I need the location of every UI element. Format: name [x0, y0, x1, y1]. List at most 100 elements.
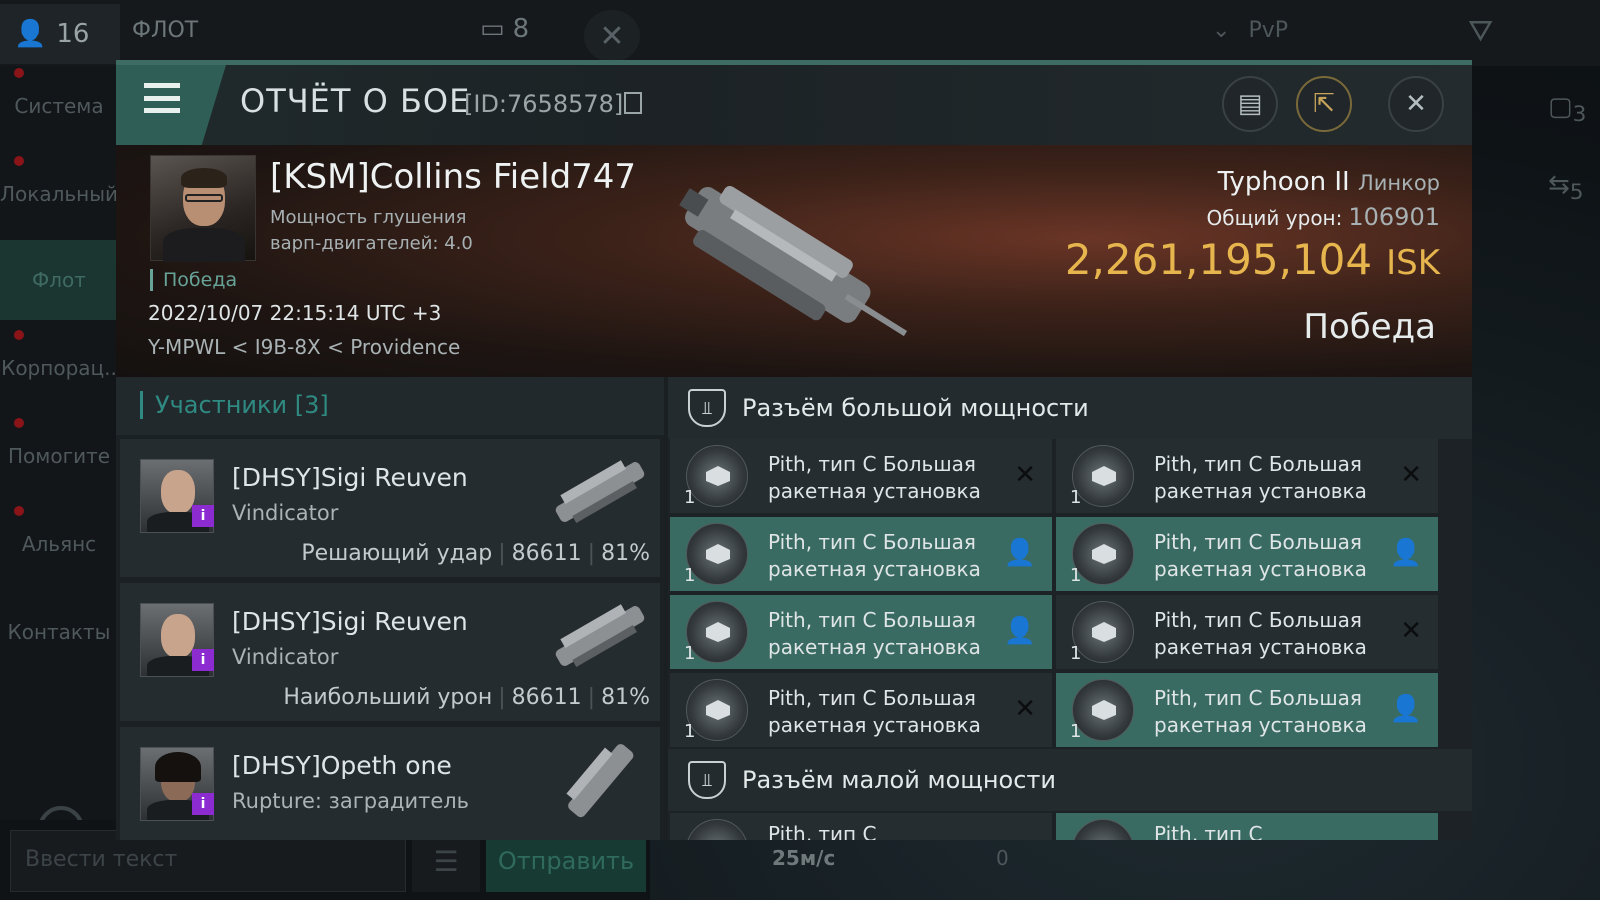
battle-report-dialog: ОТЧЁТ О БОЕ [ID:7658578] ▤ ⇱ ✕ [KSM]Coll…: [116, 60, 1472, 840]
participant-stats: Решающий удар | 86611 | 81%: [301, 541, 650, 566]
low-slot-icon: ⫫: [688, 761, 726, 799]
victim-banner: [KSM]Collins Field747 Мощность глушения …: [116, 145, 1472, 377]
participant-ship-image: [555, 604, 645, 667]
total-damage-label: Общий урон:: [1206, 206, 1343, 230]
module-icon: [1072, 819, 1134, 840]
channel-contacts[interactable]: Контакты: [0, 592, 118, 672]
participant-damage: 86611: [511, 541, 582, 566]
destroyed-icon: ✕: [1400, 616, 1422, 646]
module-icon: [686, 819, 748, 840]
module-item[interactable]: Pith, тип C: [1056, 813, 1438, 840]
module-item[interactable]: 1 Pith, тип C Большая ракетная установка…: [1056, 673, 1438, 747]
channel-label: Контакты: [7, 620, 111, 644]
hamburger-icon: [144, 83, 180, 113]
fitting-modules-panel: ⫫ Разъём большой мощности 1 Pith, тип C …: [668, 377, 1472, 840]
right-count-2: 5: [1569, 180, 1584, 206]
victim-portrait[interactable]: [150, 155, 256, 262]
module-item[interactable]: 1 Pith, тип C Большая ракетная установка…: [670, 595, 1052, 669]
pvp-filter[interactable]: ⌄ PvP: [1212, 18, 1288, 43]
battle-outcome: Победа: [1303, 307, 1436, 347]
participant-name[interactable]: [DHSY]Sigi Reuven: [232, 463, 468, 492]
module-item[interactable]: 1 Pith, тип C Большая ракетная установка…: [670, 439, 1052, 513]
module-name: Pith, тип C Большая ракетная установка: [1154, 452, 1367, 503]
dropped-person-icon: 👤: [1003, 538, 1036, 568]
unread-dot: [14, 68, 24, 78]
unread-dot: [14, 506, 24, 516]
dropped-person-icon: 👤: [1003, 616, 1036, 646]
module-item[interactable]: 1 Pith, тип C Большая ракетная установка…: [1056, 517, 1438, 591]
module-qty: 1: [1070, 643, 1082, 664]
channel-local[interactable]: Локальный: [0, 154, 118, 234]
module-name: Pith, тип C Большая ракетная установка: [768, 530, 981, 581]
dialog-title: ОТЧЁТ О БОЕ: [240, 82, 471, 120]
low-slot-header: ⫫ Разъём малой мощности: [668, 749, 1472, 811]
high-slot-icon: ⫫: [688, 389, 726, 427]
chevron-down-icon: ⌄: [1212, 18, 1231, 43]
result-tag: Победа: [150, 269, 237, 291]
participant-row[interactable]: i [DHSY]Opeth one Rupture: заградитель: [120, 727, 660, 840]
participant-name[interactable]: [DHSY]Opeth one: [232, 751, 452, 780]
module-qty: 1: [684, 565, 696, 586]
participant-name[interactable]: [DHSY]Sigi Reuven: [232, 607, 468, 636]
module-item[interactable]: 1 Pith, тип C Большая ракетная установка…: [1056, 439, 1438, 513]
victim-ship-image[interactable]: [652, 167, 912, 367]
right-count-1: 3: [1572, 102, 1587, 128]
channel-system[interactable]: Система: [0, 66, 118, 146]
info-badge-icon: i: [192, 649, 214, 671]
channel-help[interactable]: Помогите: [0, 416, 118, 496]
unread-dot: [14, 156, 24, 166]
fleet-tab-label[interactable]: ФЛОТ: [132, 18, 198, 43]
channel-corporation[interactable]: Корпорац..: [0, 328, 118, 408]
share-icon: ⇱: [1313, 89, 1335, 119]
module-name: Pith, тип C Большая ракетная установка: [768, 686, 981, 737]
channel-alliance[interactable]: Альянс: [0, 504, 118, 584]
module-item[interactable]: 1 Pith, тип C Большая ракетная установка…: [1056, 595, 1438, 669]
share-button[interactable]: ⇱: [1296, 76, 1352, 132]
channel-fleet[interactable]: Флот: [0, 240, 118, 320]
destroyed-icon: ✕: [1014, 460, 1036, 490]
info-badge-icon: i: [192, 505, 214, 527]
participant-role: Наибольший урон: [283, 685, 493, 710]
participant-damage: 86611: [511, 685, 582, 710]
copy-id-icon[interactable]: [624, 92, 642, 114]
module-item[interactable]: Pith, тип C: [670, 813, 1052, 840]
module-item[interactable]: 1 Pith, тип C Большая ракетная установка…: [670, 517, 1052, 591]
battle-datetime: 2022/10/07 22:15:14 UTC +3: [148, 301, 442, 325]
participant-role: Решающий удар: [301, 541, 493, 566]
participant-ship: Vindicator: [232, 501, 339, 525]
module-name: Pith, тип C: [1154, 822, 1263, 840]
close-dialog-button[interactable]: ✕: [1388, 76, 1444, 132]
ship-class: Линкор: [1357, 171, 1440, 195]
participant-row[interactable]: i [DHSY]Sigi Reuven Vindicator Решающий …: [120, 439, 660, 577]
channel-label: Корпорац..: [1, 356, 117, 380]
participant-stats: Наибольший урон | 86611 | 81%: [283, 685, 650, 710]
unread-dot: [14, 330, 24, 340]
online-counter[interactable]: 👤 16: [0, 4, 120, 64]
right-panel-icon-2[interactable]: ⇆5: [1548, 170, 1584, 205]
participant-percent: 81%: [601, 541, 650, 566]
clipboard-button[interactable]: ▤: [1222, 76, 1278, 132]
close-chat-icon[interactable]: ✕: [584, 10, 640, 62]
module-qty: 1: [684, 721, 696, 742]
total-damage-value: 106901: [1348, 203, 1440, 231]
clipboard-icon: ▤: [1237, 89, 1263, 119]
victim-name[interactable]: [KSM]Collins Field747: [270, 157, 636, 197]
ship-name[interactable]: Typhoon II: [1218, 167, 1350, 197]
isk-unit: ISK: [1386, 243, 1440, 283]
fleet-list-icon: ▭: [480, 14, 505, 44]
victim-stat: Мощность глушения варп-двигателей: 4.0: [270, 207, 473, 254]
dropped-person-icon: 👤: [1389, 538, 1422, 568]
right-panel-icon-1[interactable]: ▢3: [1548, 92, 1586, 127]
filter-funnel-icon[interactable]: ⛛: [1468, 14, 1493, 49]
fleet-count-value: 8: [512, 14, 530, 44]
participant-row[interactable]: i [DHSY]Sigi Reuven Vindicator Наибольши…: [120, 583, 660, 721]
module-qty: 1: [1070, 721, 1082, 742]
module-name: Pith, тип C Большая ракетная установка: [768, 608, 981, 659]
participants-header: Участники [3]: [116, 377, 664, 435]
fleet-member-count[interactable]: ▭ 8: [480, 14, 529, 44]
participant-percent: 81%: [601, 685, 650, 710]
close-icon: ✕: [1405, 89, 1427, 119]
victim-ship-type: Typhoon II Линкор: [1218, 167, 1440, 197]
module-item[interactable]: 1 Pith, тип C Большая ракетная установка…: [670, 673, 1052, 747]
battle-location: Y-MPWL < I9B-8X < Providence: [148, 335, 461, 359]
